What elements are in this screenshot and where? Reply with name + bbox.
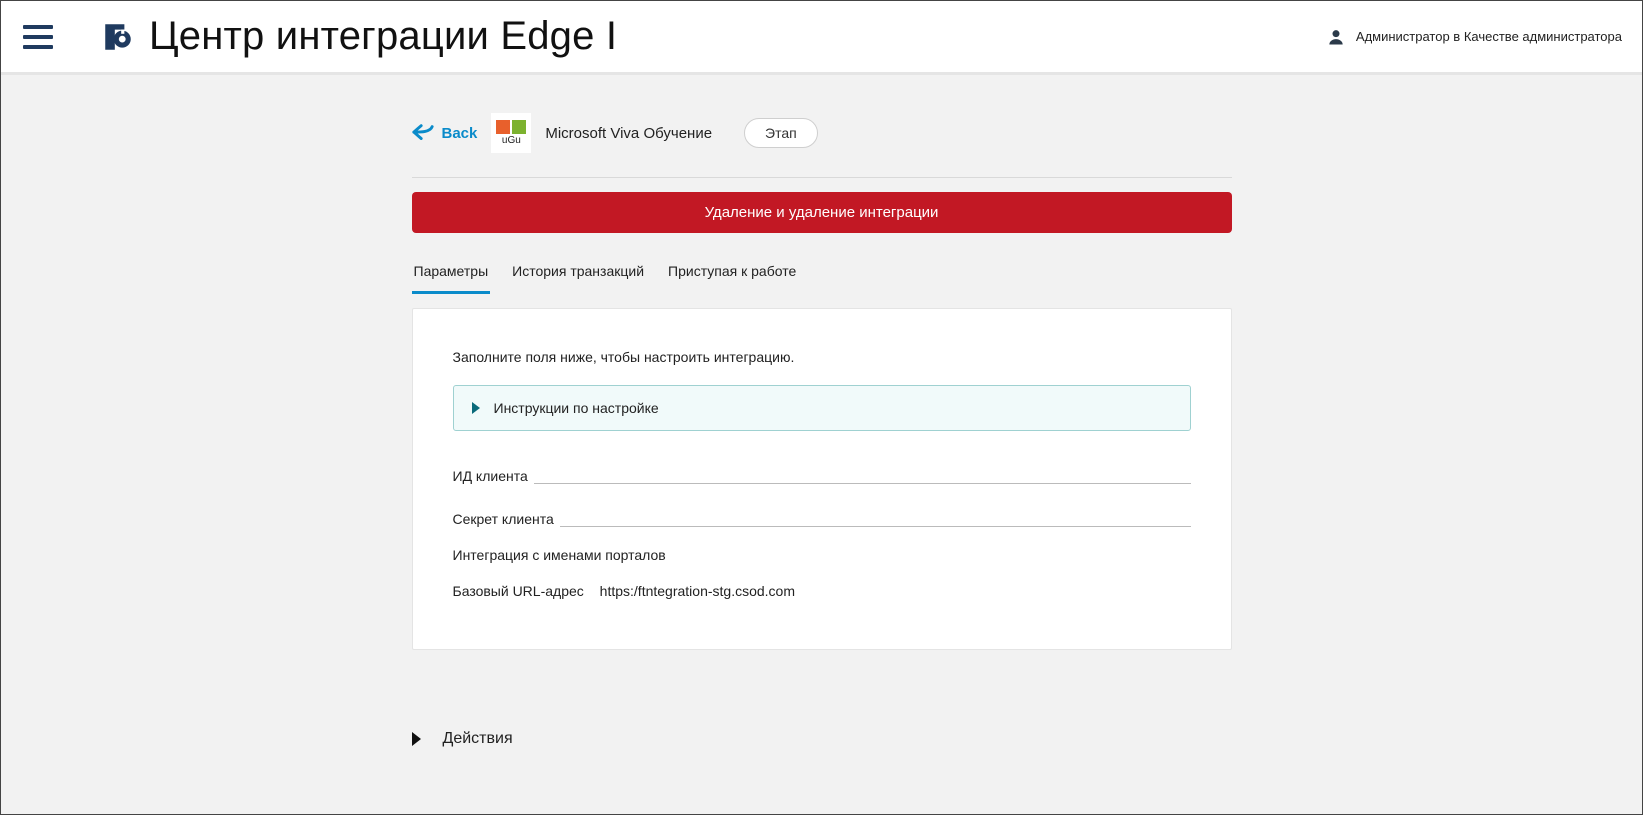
portal-name-label: Интеграция с именами порталов: [453, 547, 666, 563]
back-label: Back: [442, 125, 478, 142]
integration-logo-sub: uGu: [502, 135, 521, 146]
client-secret-input[interactable]: [560, 504, 1191, 527]
client-id-label: ИД клиента: [453, 468, 528, 484]
accordion-label: Инструкции по настройке: [494, 400, 659, 416]
client-secret-row: Секрет клиента: [453, 504, 1191, 527]
user-icon: [1326, 27, 1346, 47]
portal-name-row: Интеграция с именами порталов: [453, 547, 1191, 563]
user-label: Администратор в Качестве администратора: [1356, 29, 1622, 44]
client-id-row: ИД клиента: [453, 461, 1191, 484]
back-arrow-icon: [412, 123, 434, 143]
back-button[interactable]: Back: [412, 123, 478, 143]
integration-name: Microsoft Viva Обучение: [545, 125, 712, 142]
menu-icon[interactable]: [23, 25, 53, 49]
app-logo: [101, 20, 135, 54]
stage-button[interactable]: Этап: [744, 118, 818, 148]
chevron-right-icon: [412, 732, 421, 746]
logo-square-green: [512, 120, 526, 134]
topbar: Центр интеграции Edge I Администратор в …: [1, 1, 1642, 75]
tab-transaction-history[interactable]: История транзакций: [510, 253, 646, 294]
user-menu[interactable]: Администратор в Качестве администратора: [1326, 27, 1622, 47]
panel-intro: Заполните поля ниже, чтобы настроить инт…: [453, 349, 1191, 365]
base-url-label: Базовый URL-адрес: [453, 583, 584, 599]
integration-logo: uGu: [491, 113, 531, 153]
client-id-input[interactable]: [534, 461, 1191, 484]
integration-header: Back uGu Microsoft Viva Обучение Этап: [412, 113, 1232, 178]
client-secret-label: Секрет клиента: [453, 511, 554, 527]
base-url-value: https:/ftntegration-stg.csod.com: [600, 583, 795, 599]
tab-settings[interactable]: Параметры: [412, 253, 491, 294]
actions-label: Действия: [443, 730, 513, 748]
actions-accordion[interactable]: Действия: [412, 730, 1232, 748]
delete-integration-button[interactable]: Удаление и удаление интеграции: [412, 192, 1232, 233]
page-title: Центр интеграции Edge I: [149, 14, 617, 59]
tab-getting-started[interactable]: Приступая к работе: [666, 253, 798, 294]
page-body: Back uGu Microsoft Viva Обучение Этап Уд…: [1, 75, 1642, 814]
setup-instructions-accordion[interactable]: Инструкции по настройке: [453, 385, 1191, 431]
base-url-row: Базовый URL-адрес https:/ftntegration-st…: [453, 583, 1191, 599]
tabs: Параметры История транзакций Приступая к…: [412, 253, 1232, 294]
chevron-right-icon: [472, 402, 480, 414]
logo-square-orange: [496, 120, 510, 134]
settings-panel: Заполните поля ниже, чтобы настроить инт…: [412, 308, 1232, 650]
